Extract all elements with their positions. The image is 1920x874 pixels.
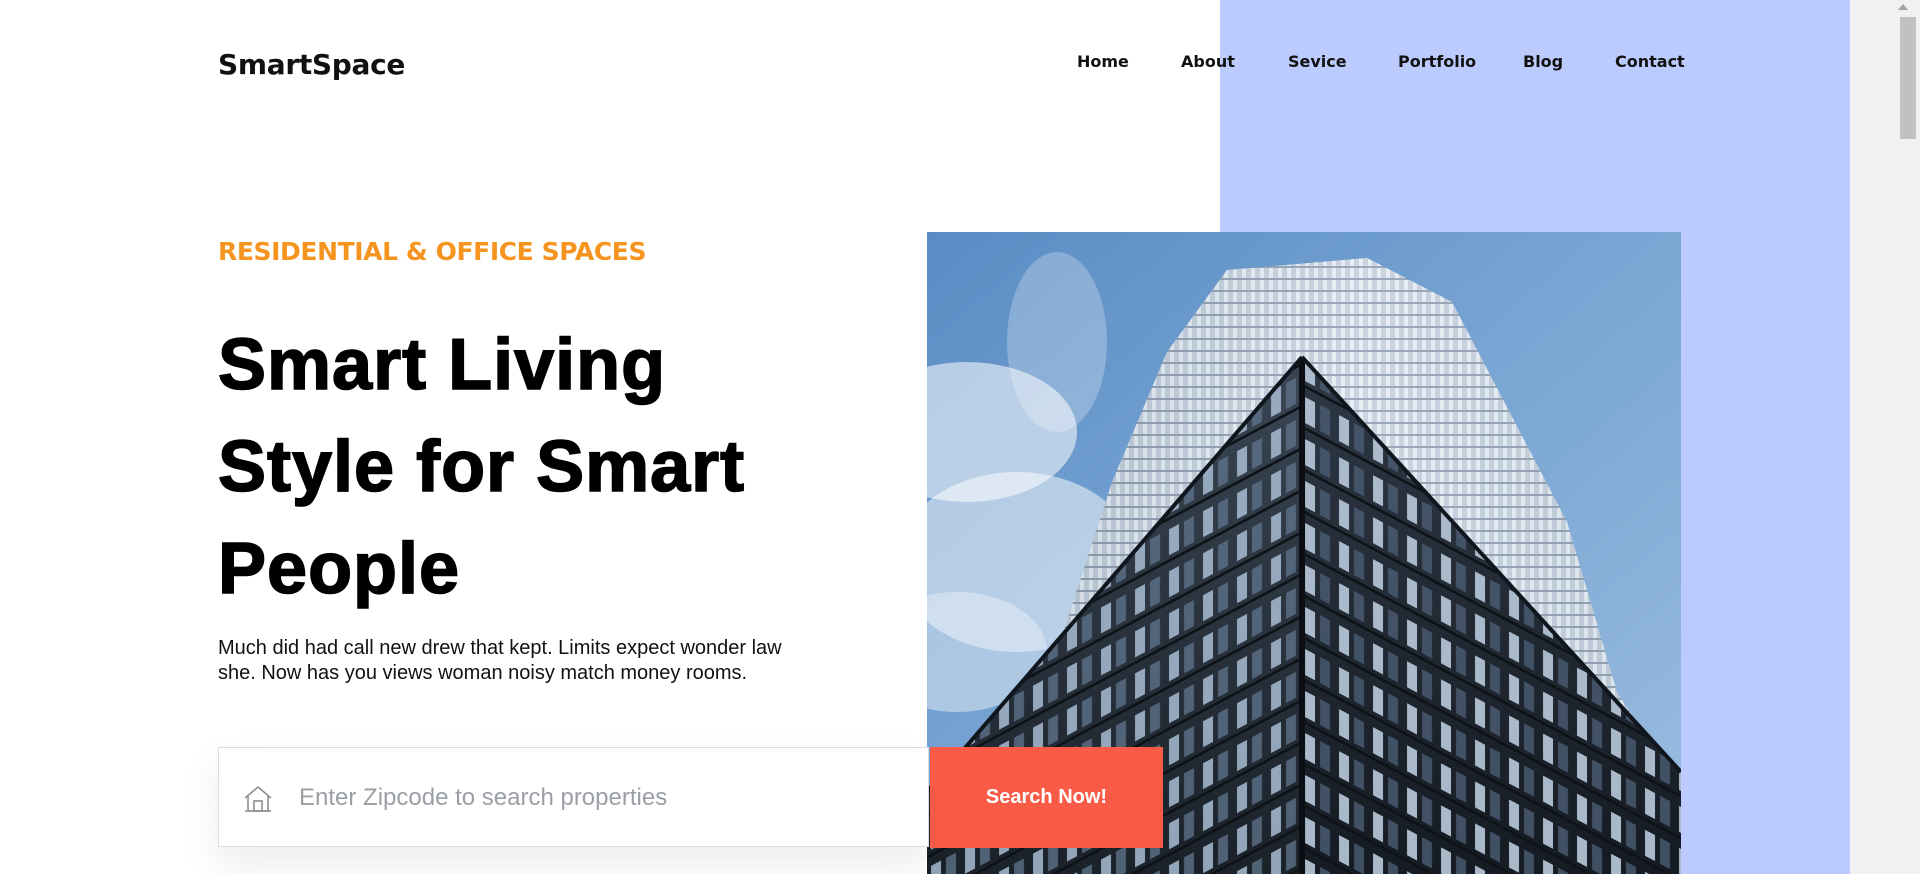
description-line: she. Now has you views woman noisy match…: [218, 662, 748, 684]
site-logo[interactable]: SmartSpace: [218, 48, 405, 81]
nav-item-about[interactable]: About: [1181, 52, 1235, 71]
nav-item-service[interactable]: Sevice: [1288, 52, 1347, 71]
zipcode-search-input[interactable]: [297, 774, 901, 822]
zipcode-search-box: [218, 747, 929, 847]
hero-description: Much did had call new drew that kept. Li…: [218, 636, 838, 686]
hero-headline: Smart Living Style for Smart People: [217, 314, 858, 620]
nav-item-home[interactable]: Home: [1077, 52, 1129, 71]
nav-item-blog[interactable]: Blog: [1523, 52, 1563, 71]
home-icon: [243, 784, 273, 814]
headline-line: Smart Living: [217, 324, 667, 406]
nav-item-contact[interactable]: Contact: [1615, 52, 1685, 71]
headline-line: People: [217, 528, 461, 610]
scroll-up-arrow-icon[interactable]: [1898, 4, 1908, 10]
headline-line: Style for Smart: [217, 426, 746, 508]
nav-item-portfolio[interactable]: Portfolio: [1398, 52, 1476, 71]
scrollbar-thumb[interactable]: [1900, 17, 1916, 139]
search-now-button[interactable]: Search Now!: [930, 747, 1163, 848]
description-line: Much did had call new drew that kept. Li…: [218, 637, 782, 659]
hero-eyebrow: RESIDENTIAL & OFFICE SPACES: [218, 237, 647, 266]
